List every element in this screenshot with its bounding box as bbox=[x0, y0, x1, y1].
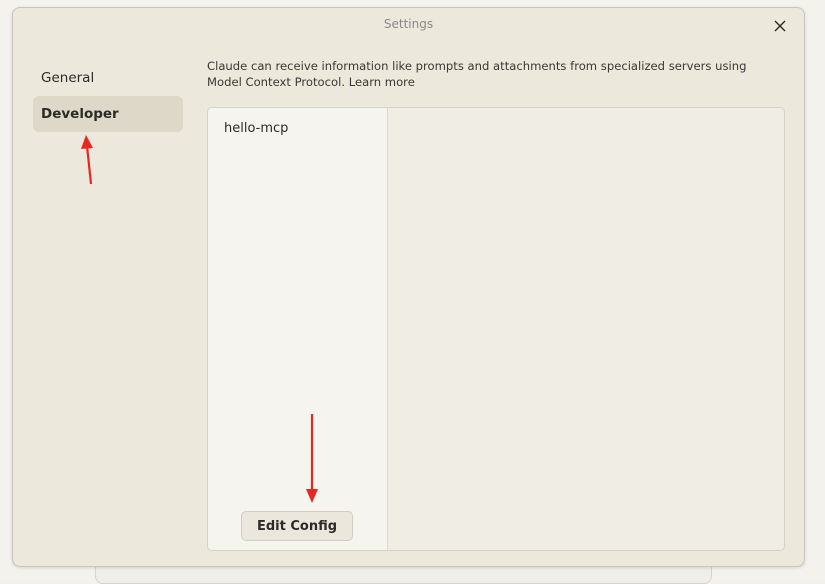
window-title: Settings bbox=[383, 17, 434, 31]
description-text: Claude can receive information like prom… bbox=[207, 59, 747, 89]
close-icon bbox=[774, 20, 786, 32]
edit-config-button[interactable]: Edit Config bbox=[241, 511, 353, 541]
desktop: Settings General Developer Claude can re… bbox=[0, 0, 825, 584]
sidebar-item-general[interactable]: General bbox=[33, 60, 183, 96]
sidebar-item-developer[interactable]: Developer bbox=[33, 96, 183, 132]
mcp-description: Claude can receive information like prom… bbox=[207, 58, 777, 90]
server-list: hello-mcp Edit Config bbox=[208, 108, 388, 550]
close-button[interactable] bbox=[771, 17, 789, 35]
mcp-servers-panel: hello-mcp Edit Config bbox=[207, 107, 785, 551]
learn-more-link[interactable]: Learn more bbox=[349, 75, 415, 89]
sidebar-item-label: Developer bbox=[41, 106, 119, 122]
sidebar-item-label: General bbox=[41, 70, 95, 86]
settings-window: Settings General Developer Claude can re… bbox=[12, 7, 805, 567]
server-item-hello-mcp[interactable]: hello-mcp bbox=[224, 121, 288, 136]
